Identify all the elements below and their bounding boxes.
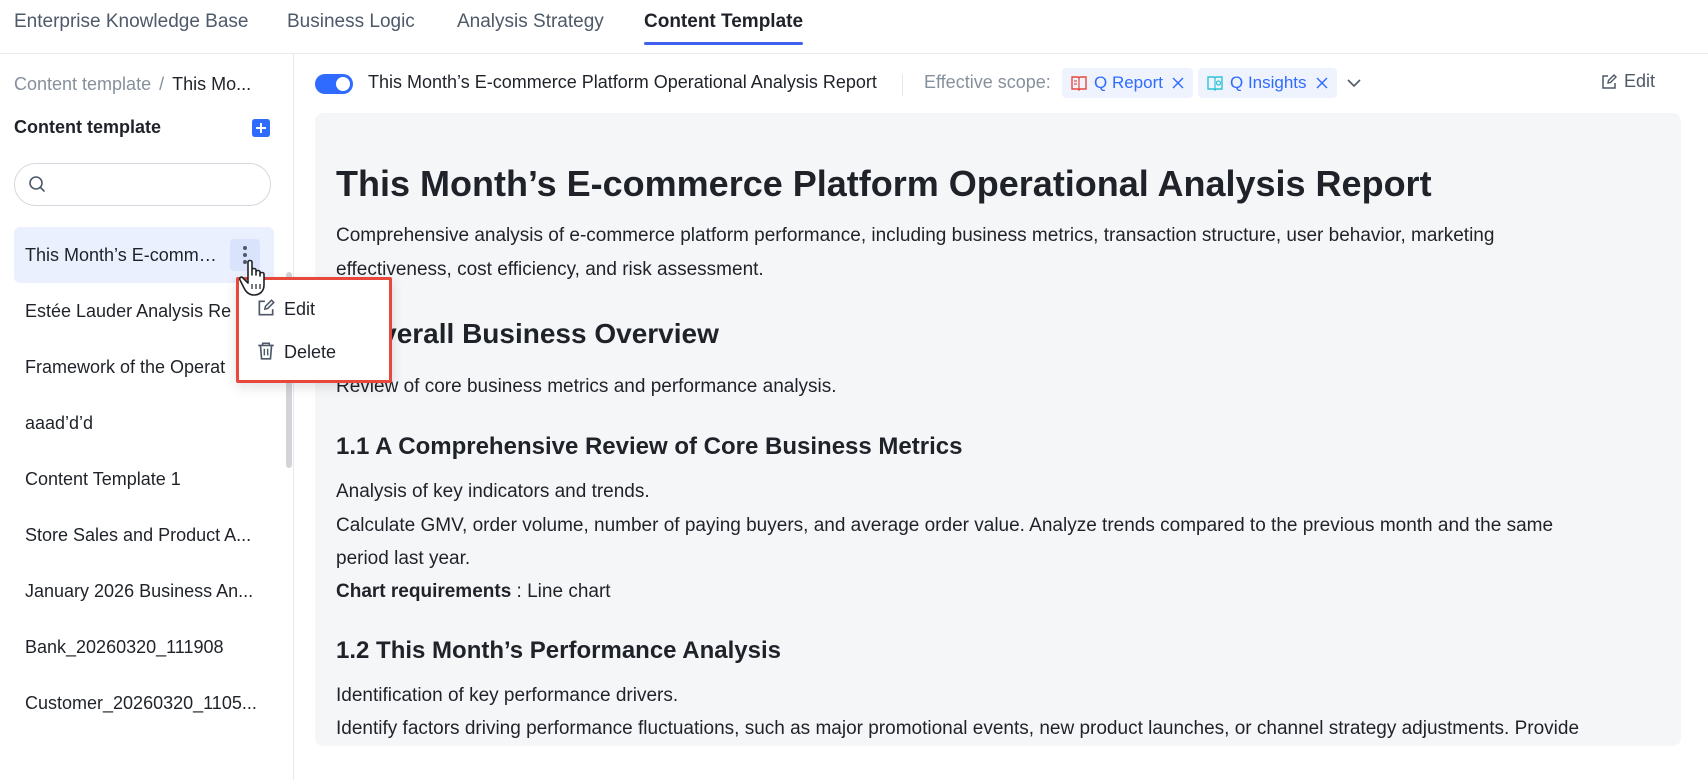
enable-toggle[interactable] [315, 74, 353, 94]
list-item[interactable]: Customer_20260320_1105... [14, 675, 274, 731]
subsection-heading: 1.1 A Comprehensive Review of Core Busin… [336, 433, 963, 460]
plus-square-icon [252, 119, 270, 137]
paragraph-line: Identification of key performance driver… [336, 685, 679, 706]
section-description: Review of core business metrics and perf… [336, 376, 837, 397]
list-item-label: Bank_20260320_111908 [25, 637, 224, 657]
menu-item-edit[interactable]: Edit [256, 294, 315, 324]
edit-button-label: Edit [1624, 71, 1656, 91]
breadcrumb: Content template / This Mo... [14, 74, 284, 95]
search-icon [29, 176, 45, 192]
edit-button[interactable]: Edit [1600, 71, 1655, 92]
list-item[interactable]: Content Template 1 [14, 451, 274, 507]
menu-item-label: Delete [284, 342, 337, 362]
add-template-button[interactable] [252, 119, 270, 137]
list-item-label: Content Template 1 [25, 469, 181, 489]
section-heading: 1 Overall Business Overview [336, 318, 719, 349]
close-icon[interactable] [1171, 76, 1185, 90]
intro-line: Comprehensive analysis of e-commerce pla… [336, 225, 1495, 246]
menu-item-delete[interactable]: Delete [256, 337, 336, 367]
chart-requirement: Chart requirements : Line chart [336, 575, 611, 609]
list-item-label: Store Sales and Product A... [25, 525, 252, 545]
chart-requirement-label: Chart requirements [336, 581, 512, 602]
breadcrumb-current: This Mo... [172, 74, 252, 94]
list-item[interactable]: Bank_20260320_111908 [14, 619, 274, 675]
template-title: This Month’s E-commerce Platform Operati… [368, 72, 877, 92]
list-item[interactable]: January 2026 Business An... [14, 563, 274, 619]
list-item-label: This Month’s E-commerce Platform Operati… [25, 245, 225, 265]
search-box[interactable] [14, 163, 271, 206]
tab-enterprise-knowledge-base[interactable]: Enterprise Knowledge Base [14, 10, 248, 44]
close-icon[interactable] [1315, 76, 1329, 90]
list-item-label: Framework of the Operat [25, 357, 226, 377]
paragraph-line: period last year. [336, 548, 471, 569]
menu-item-label: Edit [284, 299, 316, 319]
hand-cursor-icon [238, 259, 265, 296]
list-item-label: aaad’d’d [25, 413, 94, 433]
paragraph-line: Identify factors driving performance flu… [336, 718, 1580, 739]
edit-icon [258, 299, 275, 316]
breadcrumb-root[interactable]: Content template [14, 74, 151, 94]
edit-icon [1602, 74, 1617, 89]
tab-analysis-strategy[interactable]: Analysis Strategy [457, 10, 604, 44]
effective-scope-label: Effective scope: [924, 72, 1051, 92]
sidebar-title: Content template [14, 117, 162, 137]
chip-label: Q Report [1094, 73, 1163, 92]
list-item[interactable]: Store Sales and Product A... [14, 507, 274, 563]
document-preview: This Month’s E-commerce Platform Operati… [315, 113, 1681, 746]
document-title: This Month’s E-commerce Platform Operati… [336, 163, 1432, 204]
search-input[interactable] [55, 172, 255, 198]
paragraph-line: Calculate GMV, order volume, number of p… [336, 515, 1554, 536]
chip-label: Q Insights [1230, 73, 1307, 92]
breadcrumb-separator: / [159, 74, 165, 94]
paragraph-line: Analysis of key indicators and trends. [336, 481, 650, 502]
divider [902, 74, 903, 96]
trash-icon [258, 342, 274, 360]
sidebar: Content template / This Mo... Content temp… [0, 54, 294, 780]
template-header: This Month’s E-commerce Platform Operati… [294, 54, 1708, 112]
chart-requirement-value: : Line chart [511, 581, 611, 602]
list-item-label: Customer_20260320_1105... [25, 693, 257, 713]
list-item[interactable]: aaad’d’d [14, 395, 274, 451]
tab-content-template[interactable]: Content Template [644, 10, 804, 45]
list-item-label: Estée Lauder Analysis Re [25, 301, 232, 321]
top-tab-bar: Enterprise Knowledge Base Business Logic… [0, 0, 1708, 54]
chevron-down-icon[interactable] [1346, 76, 1362, 90]
scope-chip-q-insights: Q Insights [1198, 68, 1337, 98]
subsection-heading: 1.2 This Month’s Performance Analysis [336, 637, 782, 664]
tab-business-logic[interactable]: Business Logic [287, 10, 415, 44]
list-item[interactable]: Framework of the Operat [14, 339, 274, 395]
list-item[interactable]: Estée Lauder Analysis Re [14, 283, 274, 339]
list-item[interactable]: This Month’s E-commerce Platform Operati… [14, 227, 274, 283]
insights-icon [1207, 76, 1223, 91]
report-icon [1071, 76, 1087, 91]
template-list: This Month’s E-commerce Platform Operati… [14, 227, 274, 731]
list-item-label: January 2026 Business An... [25, 581, 254, 601]
scope-chip-q-report: Q Report [1062, 68, 1193, 98]
intro-line: effectiveness, cost efficiency, and risk… [336, 259, 764, 280]
